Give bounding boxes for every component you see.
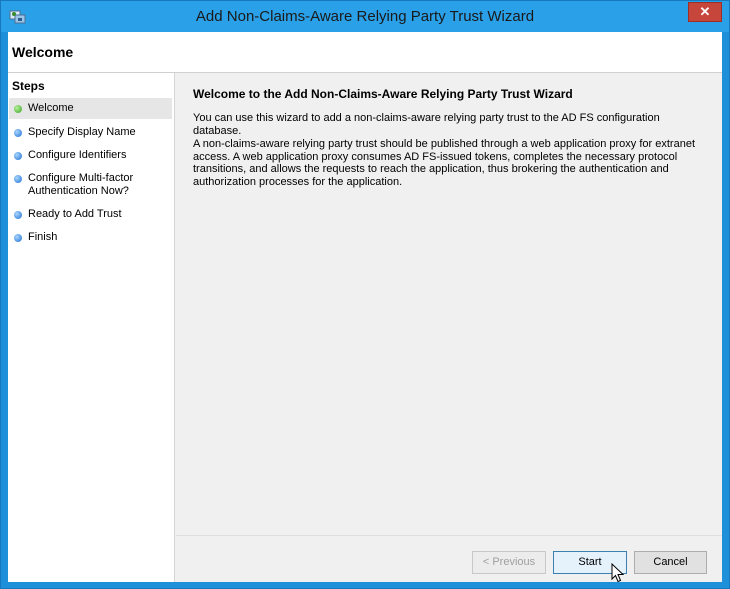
step-label: Configure Multi-factor Authentication No… [28, 172, 134, 197]
step-pending-icon [14, 175, 22, 183]
step-welcome: Welcome [9, 98, 172, 119]
step-label: Configure Identifiers [28, 149, 127, 161]
step-pending-icon [14, 152, 22, 160]
description-text: A non-claims-aware relying party trust s… [193, 138, 695, 188]
step-current-icon [14, 105, 22, 113]
step-pending-icon [14, 129, 22, 137]
step-specify-display-name: Specify Display Name [9, 126, 172, 139]
step-pending-icon [14, 234, 22, 242]
steps-title: Steps [12, 79, 45, 93]
window-title: Add Non-Claims-Aware Relying Party Trust… [195, 8, 535, 25]
step-finish: Finish [9, 231, 172, 244]
step-label: Welcome [28, 102, 74, 114]
wizard-client-area: Welcome Steps Welcome Specify Display Na… [8, 32, 722, 582]
previous-button[interactable]: < Previous [472, 551, 546, 574]
step-label: Specify Display Name [28, 126, 136, 138]
step-label: Finish [28, 231, 58, 243]
step-pending-icon [14, 211, 22, 219]
button-bar: < Previous Start Cancel [176, 535, 722, 582]
close-button[interactable]: ✕ [688, 2, 722, 22]
content-title: Welcome to the Add Non-Claims-Aware Rely… [193, 87, 573, 101]
step-ready-to-add-trust: Ready to Add Trust [9, 208, 172, 221]
step-label: Ready to Add Trust [28, 208, 122, 220]
intro-text: You can use this wizard to add a non-cla… [193, 112, 660, 137]
step-configure-mfa: Configure Multi-factor Authentication No… [9, 172, 139, 198]
page-header: Welcome [8, 32, 722, 73]
cancel-button[interactable]: Cancel [634, 551, 707, 574]
content-panel: Welcome to the Add Non-Claims-Aware Rely… [176, 73, 722, 546]
mouse-pointer-icon [611, 563, 625, 583]
title-bar[interactable]: Add Non-Claims-Aware Relying Party Trust… [1, 1, 729, 32]
page-title: Welcome [12, 44, 74, 60]
step-configure-identifiers: Configure Identifiers [9, 149, 172, 162]
steps-panel: Steps Welcome Specify Display Name Confi… [8, 73, 175, 582]
wizard-window: Add Non-Claims-Aware Relying Party Trust… [0, 0, 730, 589]
